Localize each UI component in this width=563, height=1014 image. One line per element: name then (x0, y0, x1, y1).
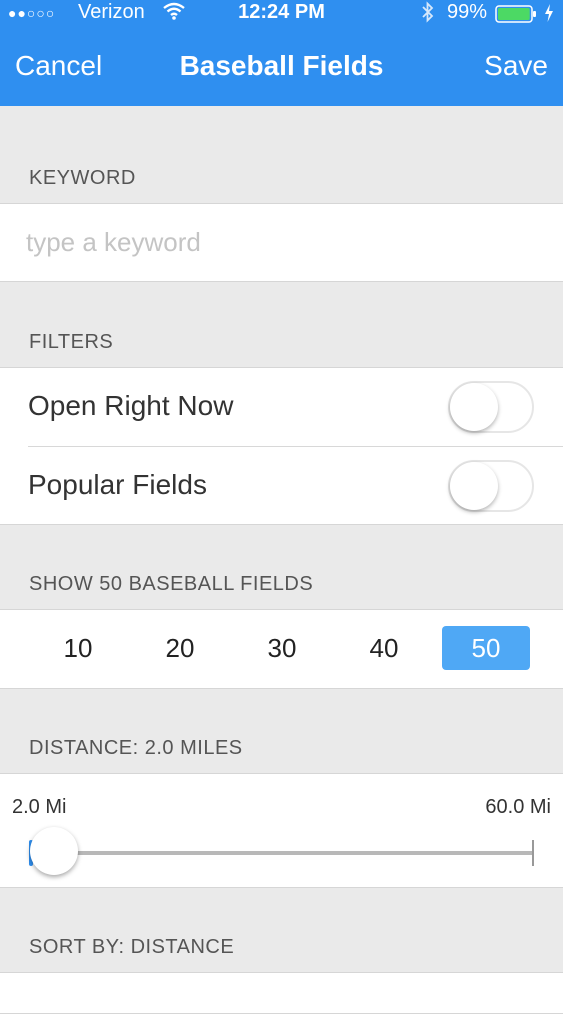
segment-20[interactable]: 20 (136, 626, 224, 670)
slider-track-end (532, 840, 534, 866)
distance-slider-thumb[interactable] (30, 827, 78, 875)
open-right-now-toggle[interactable] (448, 381, 534, 433)
slider-min-label: 2.0 Mi (12, 796, 67, 818)
status-bar: ●●○○○ Verizon 12:24 PM 99% (0, 0, 563, 26)
battery-fill (498, 8, 530, 20)
popular-fields-toggle[interactable] (448, 460, 534, 512)
filter-row-open-right-now: Open Right Now (0, 368, 563, 447)
filters-section-header: FILTERS (29, 331, 114, 353)
keyword-input[interactable] (24, 226, 528, 259)
distance-panel: 2.0 Mi 60.0 Mi (0, 773, 563, 888)
keyword-section-header: KEYWORD (29, 167, 136, 189)
filter-row-popular-fields: Popular Fields (0, 447, 563, 525)
sort-section-header: SORT BY: DISTANCE (29, 936, 235, 958)
keyword-panel (0, 203, 563, 282)
filters-panel: Open Right Now Popular Fields (0, 367, 563, 525)
segment-50[interactable]: 50 (442, 626, 530, 670)
save-button[interactable]: Save (484, 50, 548, 82)
filter-label: Popular Fields (28, 469, 207, 500)
show-count-panel: 10 20 30 40 50 (0, 609, 563, 689)
show-count-section-header: SHOW 50 BASEBALL FIELDS (29, 573, 314, 595)
navigation-bar: Cancel Baseball Fields Save (0, 26, 563, 106)
page-title: Baseball Fields (179, 50, 384, 81)
bluetooth-icon (420, 1, 436, 29)
slider-track[interactable] (29, 851, 534, 855)
sort-panel (0, 972, 563, 1014)
toggle-knob (450, 462, 498, 510)
filter-label: Open Right Now (28, 390, 234, 421)
battery-percent: 99% (447, 1, 488, 23)
slider-max-label: 60.0 Mi (485, 796, 551, 818)
segment-40[interactable]: 40 (340, 626, 428, 670)
toggle-knob (450, 383, 498, 431)
segment-30[interactable]: 30 (238, 626, 326, 670)
distance-section-header: DISTANCE: 2.0 MILES (29, 737, 243, 759)
segment-10[interactable]: 10 (34, 626, 122, 670)
